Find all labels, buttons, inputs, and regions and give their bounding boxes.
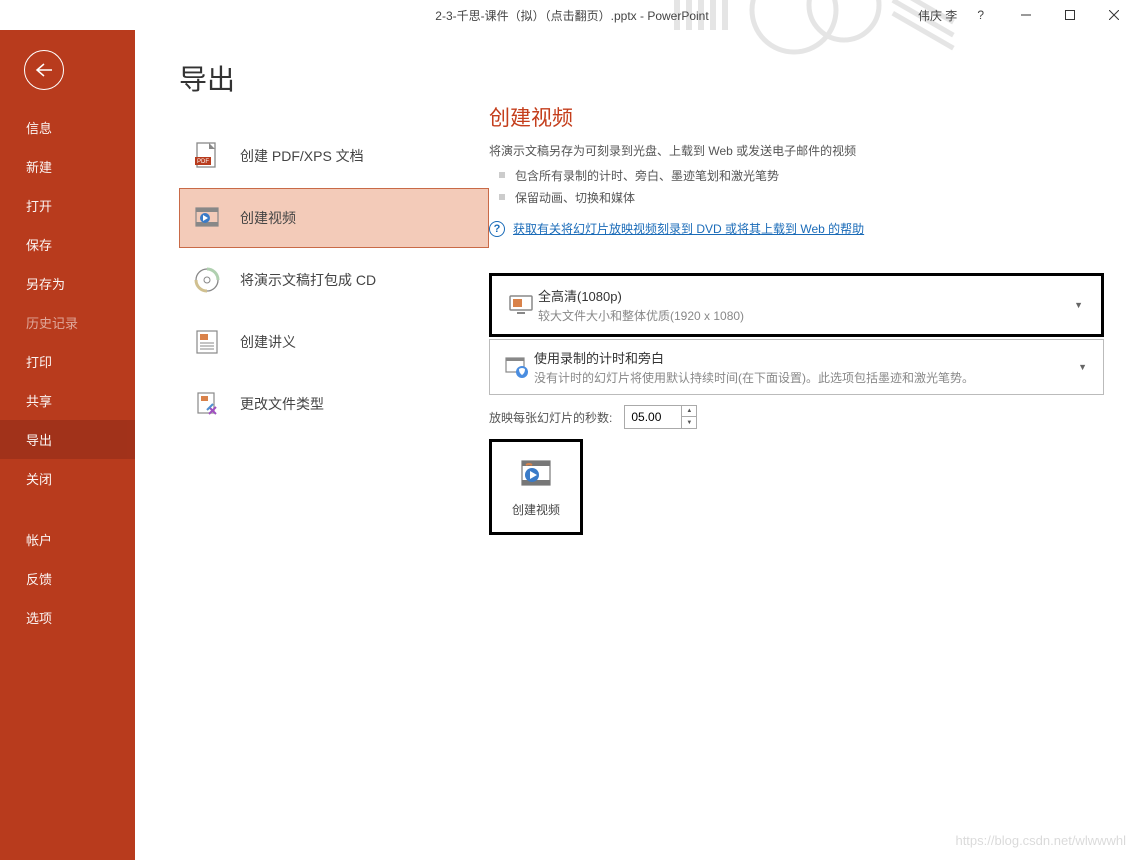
monitor-icon xyxy=(504,293,538,317)
watermark: https://blog.csdn.net/wlwwwhl xyxy=(955,833,1126,848)
detail-title: 创建视频 xyxy=(489,102,1104,132)
detail-description: 将演示文稿另存为可刻录到光盘、上载到 Web 或发送电子邮件的视频 xyxy=(489,142,1104,159)
sidebar-item-新建[interactable]: 新建 xyxy=(0,147,135,186)
video-icon xyxy=(192,203,222,233)
cd-icon xyxy=(192,265,222,295)
pdf-icon: PDF xyxy=(192,141,222,171)
detail-bullet: 保留动画、切换和媒体 xyxy=(499,189,1104,206)
export-label: 将演示文稿打包成 CD xyxy=(240,270,376,290)
sidebar-item-打印[interactable]: 打印 xyxy=(0,342,135,381)
sidebar-item-另存为[interactable]: 另存为 xyxy=(0,264,135,303)
export-option-pdf[interactable]: PDF 创建 PDF/XPS 文档 xyxy=(179,126,489,186)
detail-bullet: 包含所有录制的计时、旁白、墨迹笔划和激光笔势 xyxy=(499,167,1104,184)
quality-subtitle: 较大文件大小和整体优质(1920 x 1080) xyxy=(538,307,1074,324)
export-option-handout[interactable]: 创建讲义 xyxy=(179,312,489,372)
export-label: 更改文件类型 xyxy=(240,394,324,414)
filetype-icon xyxy=(192,389,222,419)
titlebar: 2-3-千思-课件（拟）（点击翻页）.pptx - PowerPoint 伟庆 … xyxy=(0,0,1144,30)
timing-dropdown[interactable]: 使用录制的计时和旁白 没有计时的幻灯片将使用默认持续时间(在下面设置)。此选项包… xyxy=(490,340,1103,394)
window-title: 2-3-千思-课件（拟）（点击翻页）.pptx - PowerPoint xyxy=(435,7,708,24)
page-title: 导出 xyxy=(179,58,489,98)
export-option-filetype[interactable]: 更改文件类型 xyxy=(179,374,489,434)
help-icon: ? xyxy=(489,221,505,237)
minimize-button[interactable] xyxy=(1004,1,1048,29)
spin-up-button[interactable]: ▲ xyxy=(682,406,696,417)
seconds-label: 放映每张幻灯片的秒数: xyxy=(489,409,612,426)
sidebar-item-打开[interactable]: 打开 xyxy=(0,186,135,225)
sidebar-item-关闭[interactable]: 关闭 xyxy=(0,459,135,498)
quality-dropdown[interactable]: 全高清(1080p) 较大文件大小和整体优质(1920 x 1080) ▼ xyxy=(494,278,1099,332)
bullet-icon xyxy=(499,194,505,200)
create-video-button[interactable]: 创建视频 xyxy=(494,444,578,530)
maximize-button[interactable] xyxy=(1048,1,1092,29)
sidebar-item-共享[interactable]: 共享 xyxy=(0,381,135,420)
handout-icon xyxy=(192,327,222,357)
export-option-video[interactable]: 创建视频 xyxy=(179,188,489,248)
timing-subtitle: 没有计时的幻灯片将使用默认持续时间(在下面设置)。此选项包括墨迹和激光笔势。 xyxy=(534,369,1078,386)
timing-icon xyxy=(500,355,534,379)
video-file-icon xyxy=(516,457,556,493)
close-button[interactable] xyxy=(1092,1,1136,29)
sidebar-item-导出[interactable]: 导出 xyxy=(0,420,135,459)
help-button[interactable]: ? xyxy=(977,8,984,22)
sidebar-item-选项[interactable]: 选项 xyxy=(0,598,135,637)
chevron-down-icon: ▼ xyxy=(1074,300,1089,310)
bullet-icon xyxy=(499,172,505,178)
help-link[interactable]: 获取有关将幻灯片放映视频刻录到 DVD 或将其上载到 Web 的帮助 xyxy=(513,220,864,237)
user-name[interactable]: 伟庆 李 xyxy=(918,7,957,24)
svg-text:PDF: PDF xyxy=(197,159,209,165)
quality-dropdown-highlight: 全高清(1080p) 较大文件大小和整体优质(1920 x 1080) ▼ xyxy=(489,273,1104,337)
export-label: 创建 PDF/XPS 文档 xyxy=(240,146,364,166)
export-label: 创建讲义 xyxy=(240,332,296,352)
seconds-spinner[interactable]: ▲ ▼ xyxy=(624,405,697,429)
create-video-highlight: 创建视频 xyxy=(489,439,583,535)
timing-title: 使用录制的计时和旁白 xyxy=(534,348,1078,367)
create-video-label: 创建视频 xyxy=(512,501,560,518)
sidebar-item-历史记录: 历史记录 xyxy=(0,303,135,342)
chevron-down-icon: ▼ xyxy=(1078,362,1093,372)
back-button[interactable] xyxy=(24,50,64,90)
seconds-input[interactable] xyxy=(625,406,681,428)
backstage-sidebar: 信息新建打开保存另存为历史记录打印共享导出关闭 帐户反馈选项 xyxy=(0,30,135,860)
sidebar-item-信息[interactable]: 信息 xyxy=(0,108,135,147)
quality-title: 全高清(1080p) xyxy=(538,286,1074,305)
export-option-cd[interactable]: 将演示文稿打包成 CD xyxy=(179,250,489,310)
sidebar-item-反馈[interactable]: 反馈 xyxy=(0,559,135,598)
spin-down-button[interactable]: ▼ xyxy=(682,417,696,428)
export-label: 创建视频 xyxy=(240,208,296,228)
sidebar-item-保存[interactable]: 保存 xyxy=(0,225,135,264)
sidebar-item-帐户[interactable]: 帐户 xyxy=(0,520,135,559)
